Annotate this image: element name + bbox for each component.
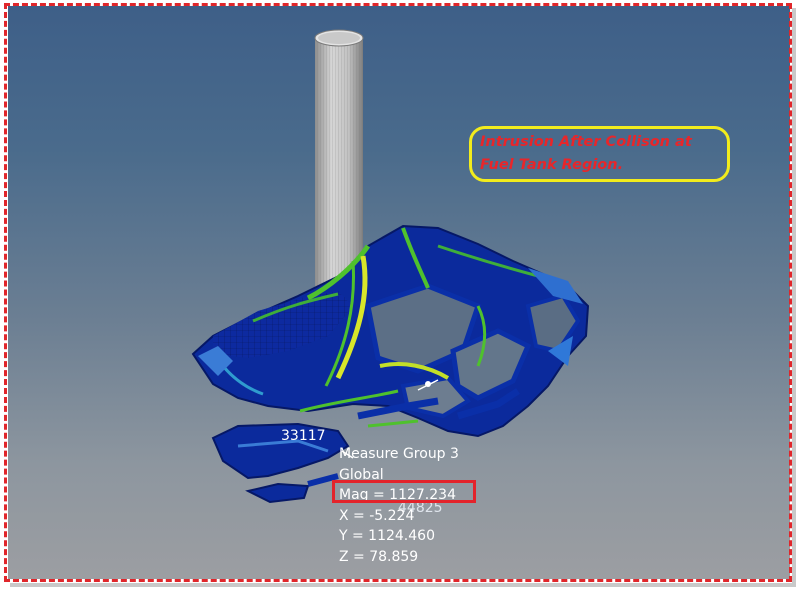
measure-readout: Measure Group 3 Global Mag = 1127.234 X …	[339, 444, 459, 567]
magnitude-highlight-box	[332, 480, 476, 503]
callout-line-1: Intrusion After Collison at	[480, 134, 692, 150]
node-id-label: 33117	[281, 428, 326, 444]
frame-shadow-right	[792, 8, 796, 586]
screenshot-frame: Intrusion After Collison at Fuel Tank Re…	[0, 0, 800, 591]
measure-x: X = -5.224	[339, 507, 415, 524]
impact-pole	[314, 29, 364, 288]
callout-line-2: Fuel Tank Region.	[480, 157, 624, 173]
frame-shadow-bottom	[10, 583, 796, 587]
measure-group-name: Measure Group 3	[339, 446, 459, 462]
annotation-callout: Intrusion After Collison at Fuel Tank Re…	[469, 126, 730, 182]
measure-z: Z = 78.859	[339, 548, 419, 565]
measure-y: Y = 1124.460	[339, 528, 435, 544]
